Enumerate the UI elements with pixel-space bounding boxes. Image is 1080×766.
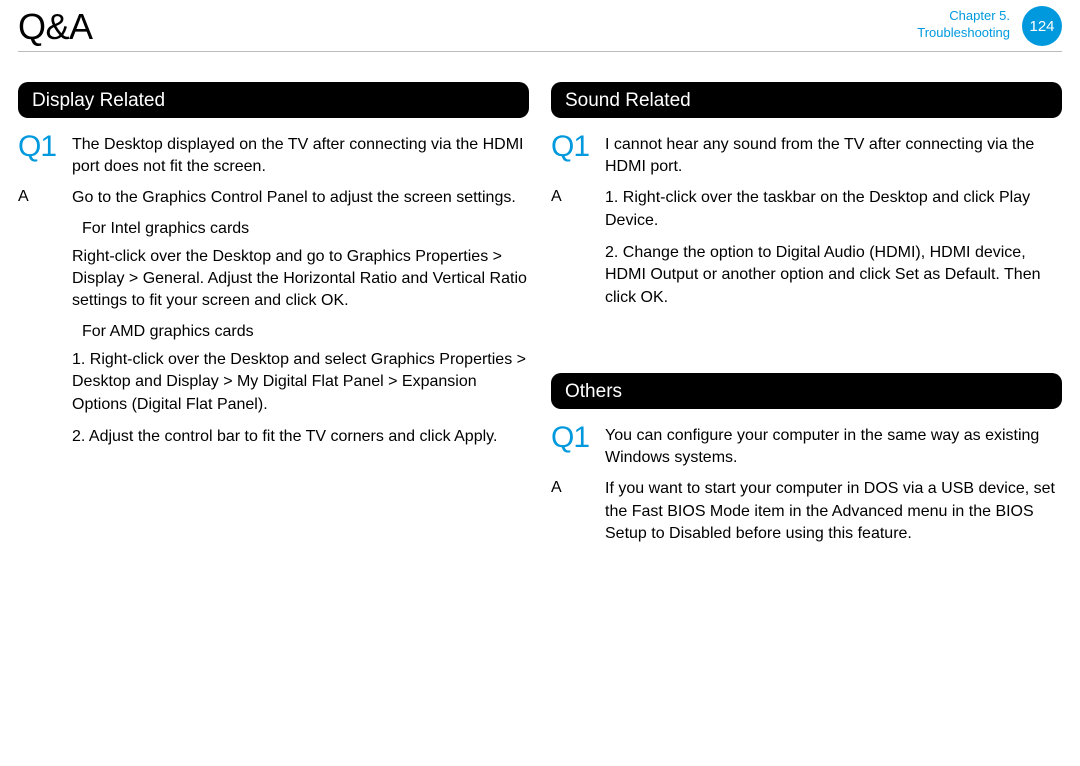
answer-label: A bbox=[551, 478, 593, 497]
question-text: You can conﬁgure your computer in the sa… bbox=[605, 423, 1062, 468]
question-row: Q1 I cannot hear any sound from the TV a… bbox=[551, 132, 1062, 177]
answer-row: A Go to the Graphics Control Panel to ad… bbox=[18, 187, 529, 209]
amd-step-2: 2. Adjust the control bar to ﬁt the TV c… bbox=[72, 426, 529, 448]
answer-row: A If you want to start your computer in … bbox=[551, 478, 1062, 545]
content-columns: Display Related Q1 The Desktop displayed… bbox=[0, 52, 1080, 564]
amd-step-1: 1. Right-click over the Desktop and sele… bbox=[72, 349, 529, 416]
amd-heading: For AMD graphics cards bbox=[82, 323, 529, 341]
left-column: Display Related Q1 The Desktop displayed… bbox=[18, 82, 529, 564]
page-number-badge: 124 bbox=[1022, 6, 1062, 46]
section-others: Others bbox=[551, 373, 1062, 409]
question-label: Q1 bbox=[18, 132, 60, 162]
question-row: Q1 The Desktop displayed on the TV after… bbox=[18, 132, 529, 177]
others-q1: Q1 You can conﬁgure your computer in the… bbox=[551, 423, 1062, 545]
chapter-info: Chapter 5. Troubleshooting bbox=[917, 8, 1010, 42]
question-text: I cannot hear any sound from the TV afte… bbox=[605, 132, 1062, 177]
answer-row: A 1. Right-click over the taskbar on the… bbox=[551, 187, 1062, 232]
chapter-line-2: Troubleshooting bbox=[917, 25, 1010, 42]
answer-label: A bbox=[18, 187, 60, 206]
question-label: Q1 bbox=[551, 132, 593, 162]
answer-text: If you want to start your computer in DO… bbox=[605, 478, 1062, 545]
right-column: Sound Related Q1 I cannot hear any sound… bbox=[551, 82, 1062, 564]
question-row: Q1 You can conﬁgure your computer in the… bbox=[551, 423, 1062, 468]
page-header: Q&A Chapter 5. Troubleshooting 124 bbox=[18, 0, 1062, 52]
answer-step-2: 2. Change the option to Digital Audio (H… bbox=[605, 242, 1062, 309]
answer-step-1: 1. Right-click over the taskbar on the D… bbox=[605, 187, 1062, 232]
page-title: Q&A bbox=[18, 6, 93, 48]
question-label: Q1 bbox=[551, 423, 593, 453]
intel-body: Right-click over the Desktop and go to G… bbox=[72, 246, 529, 313]
section-sound-related: Sound Related bbox=[551, 82, 1062, 118]
answer-label: A bbox=[551, 187, 593, 206]
chapter-line-1: Chapter 5. bbox=[917, 8, 1010, 25]
answer-text: Go to the Graphics Control Panel to adju… bbox=[72, 187, 516, 209]
question-text: The Desktop displayed on the TV after co… bbox=[72, 132, 529, 177]
display-q1: Q1 The Desktop displayed on the TV after… bbox=[18, 132, 529, 448]
sound-q1: Q1 I cannot hear any sound from the TV a… bbox=[551, 132, 1062, 309]
spacer bbox=[551, 327, 1062, 373]
section-display-related: Display Related bbox=[18, 82, 529, 118]
intel-heading: For Intel graphics cards bbox=[82, 220, 529, 238]
